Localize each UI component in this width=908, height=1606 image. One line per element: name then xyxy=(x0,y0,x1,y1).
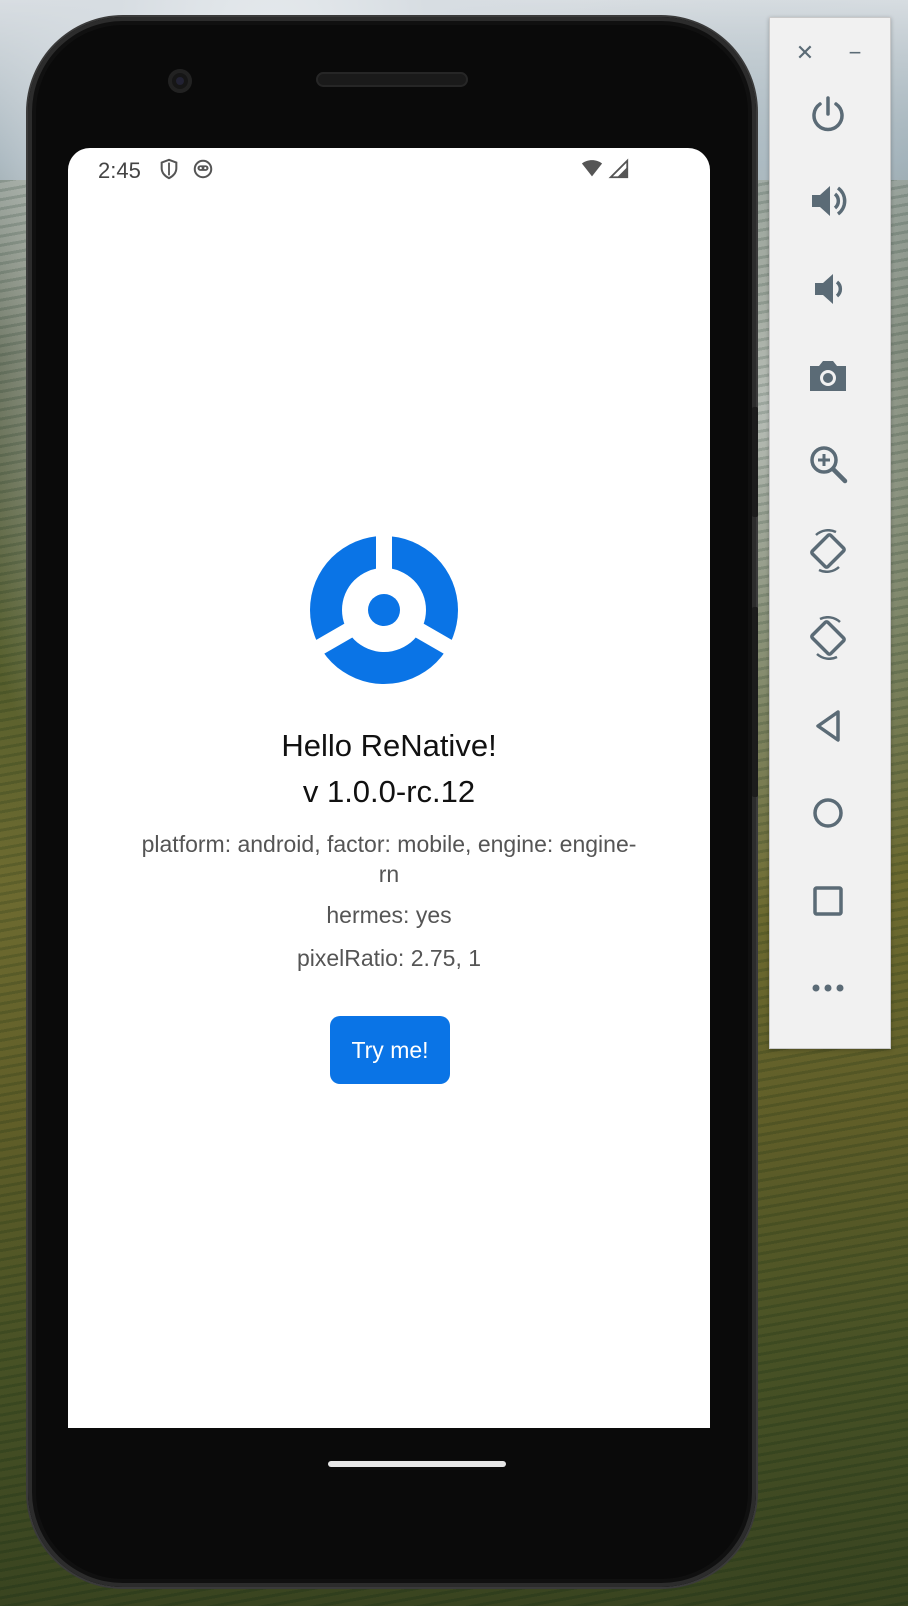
more-icon xyxy=(812,984,844,992)
camera-icon xyxy=(810,361,846,391)
home-icon xyxy=(813,798,843,828)
debug-robot-icon xyxy=(192,158,214,180)
volume-down-icon xyxy=(815,274,843,304)
volume-up-icon xyxy=(812,186,847,216)
phone-frame: 2:45 Hello ReNative! v 1.0.0-rc.12 platf… xyxy=(28,17,758,1587)
status-time: 2:45 xyxy=(98,158,141,183)
volume-down-button[interactable] xyxy=(800,261,856,317)
try-me-button[interactable]: Try me! xyxy=(330,1016,450,1084)
shield-icon xyxy=(158,158,180,180)
gesture-nav-handle[interactable] xyxy=(328,1461,506,1467)
cell-signal-icon xyxy=(608,158,630,180)
version-label: v 1.0.0-rc.12 xyxy=(302,774,476,809)
zoom-button[interactable] xyxy=(800,436,856,492)
more-button[interactable] xyxy=(800,960,856,1016)
hermes-info: hermes: yes xyxy=(326,902,452,928)
wifi-icon xyxy=(580,158,604,180)
power-button[interactable] xyxy=(800,86,856,142)
pixel-ratio-info: pixelRatio: 2.75, 1 xyxy=(296,945,482,971)
home-button[interactable] xyxy=(800,785,856,841)
phone-volume-side-button xyxy=(752,607,758,797)
overview-button[interactable] xyxy=(800,873,856,929)
power-icon xyxy=(812,96,844,132)
greeting-title: Hello ReNative! xyxy=(281,728,497,763)
screenshot-button[interactable] xyxy=(800,348,856,404)
rotate-right-button[interactable] xyxy=(800,610,856,666)
rotate-left-button[interactable] xyxy=(800,523,856,579)
renative-logo xyxy=(310,534,458,684)
phone-power-side-button xyxy=(752,407,758,517)
emulator-toolbar: ✕ − xyxy=(769,17,891,1049)
phone-screen[interactable]: 2:45 Hello ReNative! v 1.0.0-rc.12 platf… xyxy=(68,148,710,1428)
zoom-icon xyxy=(810,446,848,484)
back-button[interactable] xyxy=(800,698,856,754)
minimize-icon[interactable]: − xyxy=(840,38,870,68)
front-camera xyxy=(168,69,192,93)
rotate-right-icon xyxy=(810,616,846,660)
toolbar-window-controls: ✕ − xyxy=(770,38,890,68)
overview-icon xyxy=(813,886,843,916)
rotate-left-icon xyxy=(810,529,846,573)
status-bar: 2:45 xyxy=(68,148,710,192)
back-icon xyxy=(816,710,840,742)
earpiece-speaker xyxy=(316,72,468,87)
platform-info: platform: android, factor: mobile, engin… xyxy=(141,831,637,887)
close-icon[interactable]: ✕ xyxy=(790,38,820,68)
volume-up-button[interactable] xyxy=(800,173,856,229)
